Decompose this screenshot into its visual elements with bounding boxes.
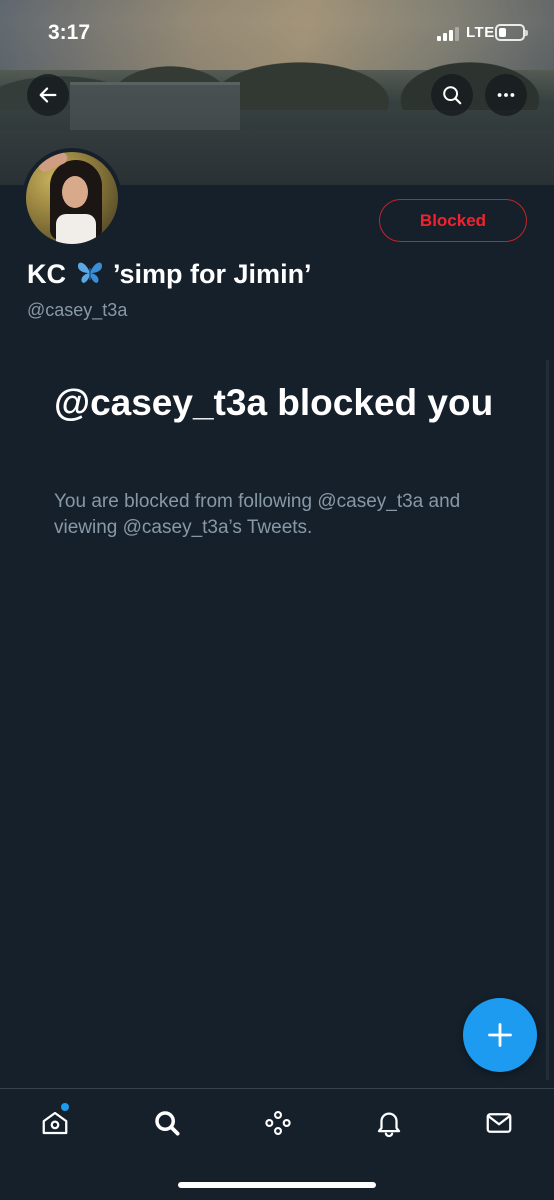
search-button[interactable] bbox=[431, 74, 473, 116]
butterfly-icon bbox=[76, 260, 104, 293]
network-type: LTE bbox=[466, 24, 495, 41]
tab-notifications[interactable] bbox=[361, 1103, 417, 1143]
home-icon bbox=[42, 1111, 68, 1135]
battery-level bbox=[499, 28, 506, 37]
search-icon bbox=[443, 86, 462, 105]
tab-spaces[interactable] bbox=[250, 1103, 306, 1143]
home-indicator[interactable] bbox=[178, 1182, 376, 1188]
profile-handle: @casey_t3a bbox=[27, 300, 128, 320]
more-options-button[interactable] bbox=[485, 74, 527, 116]
blocked-description: You are blocked from following @casey_t3… bbox=[54, 491, 461, 538]
avatar[interactable] bbox=[22, 148, 122, 248]
arrow-left-icon bbox=[39, 87, 57, 103]
tab-home[interactable] bbox=[27, 1103, 83, 1143]
spaces-icon bbox=[265, 1110, 291, 1136]
profile-name: KC ’simp for Jimin’ bbox=[27, 259, 312, 293]
tab-messages[interactable] bbox=[471, 1103, 527, 1143]
scroll-indicator bbox=[546, 360, 549, 1080]
compose-tweet-button[interactable] bbox=[463, 998, 537, 1072]
tab-search[interactable] bbox=[139, 1103, 195, 1143]
status-time: 3:17 bbox=[48, 21, 91, 44]
blocked-title: @casey_t3a blocked you bbox=[54, 382, 494, 423]
more-horizontal-icon bbox=[497, 93, 515, 97]
profile-name-prefix: KC bbox=[27, 259, 66, 289]
home-notification-dot bbox=[61, 1103, 69, 1111]
battery-icon bbox=[495, 24, 528, 41]
back-button[interactable] bbox=[27, 74, 69, 116]
status-bar: 3:17 LTE bbox=[0, 0, 554, 64]
search-icon bbox=[155, 1111, 180, 1136]
blocked-button[interactable]: Blocked bbox=[379, 199, 527, 242]
profile-name-suffix: ’simp for Jimin’ bbox=[113, 259, 312, 289]
mail-icon bbox=[486, 1113, 512, 1133]
bell-icon bbox=[377, 1112, 401, 1138]
plus-icon bbox=[488, 1023, 512, 1047]
cellular-signal-icon bbox=[437, 27, 459, 41]
